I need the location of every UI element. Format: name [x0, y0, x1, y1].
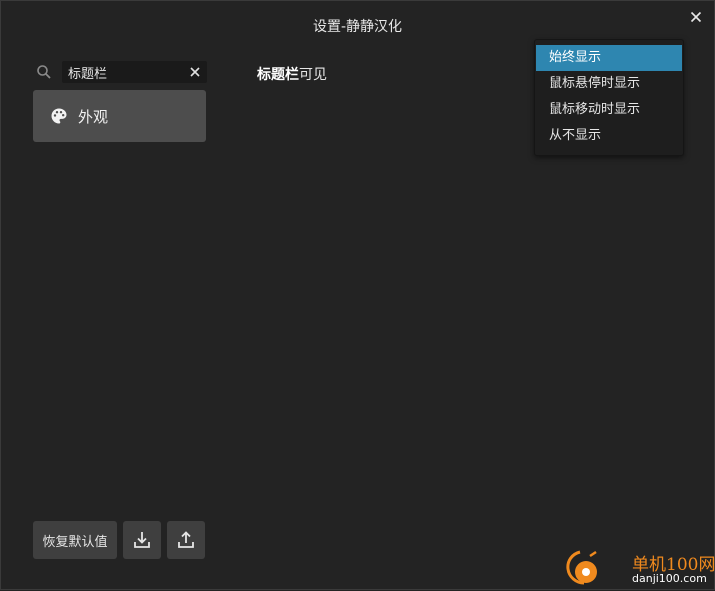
option-always-show[interactable]: 始终显示 [536, 45, 682, 71]
upload-icon [178, 531, 194, 548]
option-show-on-mouse-move[interactable]: 鼠标移动时显示 [535, 97, 683, 123]
palette-icon [50, 107, 68, 125]
close-icon [690, 11, 702, 23]
clear-icon [190, 67, 200, 77]
import-settings-button[interactable] [123, 521, 161, 559]
download-icon [134, 532, 150, 548]
setting-label-rest: 可见 [299, 67, 327, 83]
watermark-domain: danji100.com [632, 572, 707, 585]
visibility-dropdown-menu: 始终显示 鼠标悬停时显示 鼠标移动时显示 从不显示 [534, 39, 684, 156]
setting-titlebar-visibility-label: 标题栏可见 [257, 64, 327, 84]
option-show-on-hover[interactable]: 鼠标悬停时显示 [535, 71, 683, 97]
sidebar-item-appearance[interactable]: 外观 [33, 90, 206, 142]
sidebar-item-label: 外观 [78, 107, 109, 126]
window-title: 设置-静静汉化 [312, 19, 403, 35]
restore-defaults-button[interactable]: 恢复默认值 [33, 521, 117, 559]
setting-label-highlight: 标题栏 [257, 67, 299, 83]
search-field [62, 61, 207, 83]
settings-window: 设置-静静汉化 外 [0, 0, 715, 590]
option-never-show[interactable]: 从不显示 [535, 123, 683, 149]
search-input[interactable] [62, 61, 186, 83]
footer-actions: 恢复默认值 [33, 521, 205, 559]
clear-search-button[interactable] [188, 65, 202, 79]
watermark-logo-icon [566, 550, 597, 585]
search-box [33, 61, 207, 83]
search-icon [37, 65, 51, 79]
watermark: 单机100网 danji100.com [566, 546, 715, 591]
close-button[interactable] [687, 8, 705, 26]
export-settings-button[interactable] [167, 521, 205, 559]
